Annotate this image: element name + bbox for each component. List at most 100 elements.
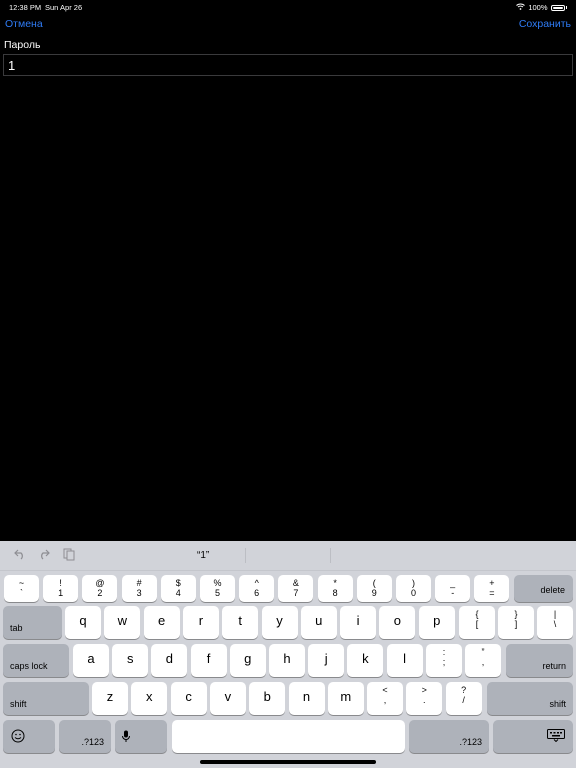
key-0[interactable]: ) 0 bbox=[396, 575, 431, 602]
shift-left-key[interactable]: shift bbox=[3, 682, 89, 715]
key-a[interactable]: a bbox=[73, 644, 109, 677]
key-label: t bbox=[238, 613, 242, 628]
key-symbol: 0 bbox=[410, 588, 416, 598]
wifi-icon bbox=[516, 3, 526, 12]
numbers-left-key[interactable]: .?123 bbox=[59, 720, 111, 753]
key-label: o bbox=[393, 613, 401, 628]
key-e[interactable]: e bbox=[143, 606, 180, 639]
key-label: caps lock bbox=[10, 661, 48, 671]
microphone-icon bbox=[122, 730, 130, 748]
key-label: p bbox=[433, 613, 441, 628]
key-angle-1[interactable]: >. bbox=[406, 682, 443, 715]
key-label: z bbox=[106, 689, 114, 704]
key-g[interactable]: g bbox=[229, 644, 266, 677]
key-u[interactable]: u bbox=[300, 606, 337, 639]
keyboard: “1” ~ `! 1 @2 #3 $4% 5 ^ 6 & 7 * 8(9) 0 _ - + = delete tab q… bbox=[0, 541, 576, 768]
key-8[interactable]: * 8 bbox=[317, 575, 353, 602]
key-label: q bbox=[79, 613, 87, 628]
key-symbol: , bbox=[383, 695, 387, 705]
key-p[interactable]: p bbox=[418, 606, 455, 639]
key-k[interactable]: k bbox=[347, 644, 384, 677]
key-o[interactable]: o bbox=[379, 606, 416, 639]
key-1[interactable]: ! 1 bbox=[43, 575, 79, 602]
key-2[interactable]: @2 bbox=[82, 575, 118, 602]
numbers-right-key[interactable]: .?123 bbox=[409, 720, 489, 753]
key-label: i bbox=[356, 613, 360, 628]
space-key[interactable] bbox=[172, 720, 405, 753]
undo-icon[interactable] bbox=[14, 548, 26, 563]
key-3[interactable]: #3 bbox=[121, 575, 157, 602]
hide-keyboard-key[interactable] bbox=[493, 720, 573, 753]
key-shift-symbol: * bbox=[333, 578, 337, 588]
key-z[interactable]: z bbox=[92, 682, 128, 715]
tab-key[interactable]: tab bbox=[3, 606, 62, 639]
key-9[interactable]: (9 bbox=[356, 575, 392, 602]
key-label: .?123 bbox=[459, 737, 482, 747]
key-t[interactable]: t bbox=[222, 606, 259, 639]
key-l[interactable]: l bbox=[386, 644, 423, 677]
suggestion-item[interactable]: “1” bbox=[197, 550, 209, 561]
emoji-key[interactable] bbox=[3, 720, 55, 753]
key-5[interactable]: % 5 bbox=[200, 575, 235, 602]
key-6[interactable]: ^ 6 bbox=[239, 575, 275, 602]
password-value: 1 bbox=[8, 58, 16, 73]
key-shift-symbol: ” bbox=[481, 647, 485, 657]
shift-right-key[interactable]: shift bbox=[487, 682, 573, 715]
key-i[interactable]: i bbox=[340, 606, 377, 639]
key-shift-symbol: ) bbox=[412, 578, 415, 588]
key-n[interactable]: n bbox=[288, 682, 325, 715]
key-angle-2[interactable]: ? / bbox=[445, 682, 482, 715]
key-label: k bbox=[362, 651, 369, 666]
key-b[interactable]: b bbox=[249, 682, 286, 715]
key-m[interactable]: m bbox=[327, 682, 364, 715]
key-q[interactable]: q bbox=[65, 606, 101, 639]
paste-icon[interactable] bbox=[63, 548, 75, 564]
key-h[interactable]: h bbox=[269, 644, 305, 677]
key-f[interactable]: f bbox=[190, 644, 227, 677]
key-4[interactable]: $4 bbox=[160, 575, 196, 602]
key-shift-symbol: + bbox=[489, 578, 495, 588]
key-7[interactable]: & 7 bbox=[278, 575, 314, 602]
key-punct-0[interactable]: :; bbox=[426, 644, 462, 677]
dictation-key[interactable] bbox=[115, 720, 167, 753]
key-bracket-1[interactable]: }] bbox=[498, 606, 534, 639]
key-shift-symbol: # bbox=[136, 578, 142, 588]
cancel-button[interactable]: Отмена bbox=[5, 18, 43, 30]
key-c[interactable]: c bbox=[170, 682, 207, 715]
key-label: return bbox=[542, 661, 566, 671]
key-x[interactable]: x bbox=[131, 682, 168, 715]
key-label: shift bbox=[549, 699, 566, 709]
redo-icon[interactable] bbox=[38, 548, 50, 563]
key-angle-0[interactable]: <, bbox=[367, 682, 403, 715]
password-field[interactable]: 1 bbox=[3, 54, 573, 76]
caps-lock-key[interactable]: caps lock bbox=[3, 644, 69, 677]
key-shift-symbol: < bbox=[382, 685, 388, 695]
key-r[interactable]: r bbox=[182, 606, 219, 639]
key-label: w bbox=[117, 613, 127, 628]
key-label: .?123 bbox=[81, 737, 104, 747]
keyboard-toolbar: “1” bbox=[0, 541, 576, 571]
key-y[interactable]: y bbox=[261, 606, 298, 639]
key-bracket-2[interactable]: | \ bbox=[537, 606, 573, 639]
key-bracket-0[interactable]: {[ bbox=[459, 606, 495, 639]
save-button[interactable]: Сохранить bbox=[519, 18, 571, 30]
key-symbol: ] bbox=[514, 619, 518, 629]
key-s[interactable]: s bbox=[112, 644, 149, 677]
toolbar-divider bbox=[330, 548, 331, 563]
key-punct-1[interactable]: ”, bbox=[465, 644, 501, 677]
status-date: Sun Apr 26 bbox=[45, 3, 83, 12]
delete-key[interactable]: delete bbox=[514, 575, 573, 602]
key-=[interactable]: + = bbox=[474, 575, 510, 602]
key-`[interactable]: ~ ` bbox=[4, 575, 39, 602]
key-d[interactable]: d bbox=[151, 644, 188, 677]
key-label: f bbox=[206, 651, 211, 666]
key-w[interactable]: w bbox=[104, 606, 141, 639]
return-key[interactable]: return bbox=[506, 644, 573, 677]
key-v[interactable]: v bbox=[209, 682, 246, 715]
key-shift-symbol: ? bbox=[461, 685, 467, 695]
key-j[interactable]: j bbox=[308, 644, 345, 677]
key-shift-symbol: : bbox=[442, 647, 446, 657]
key--[interactable]: _ - bbox=[435, 575, 471, 602]
key-shift-symbol: _ bbox=[450, 578, 456, 588]
toolbar-divider bbox=[245, 548, 246, 563]
